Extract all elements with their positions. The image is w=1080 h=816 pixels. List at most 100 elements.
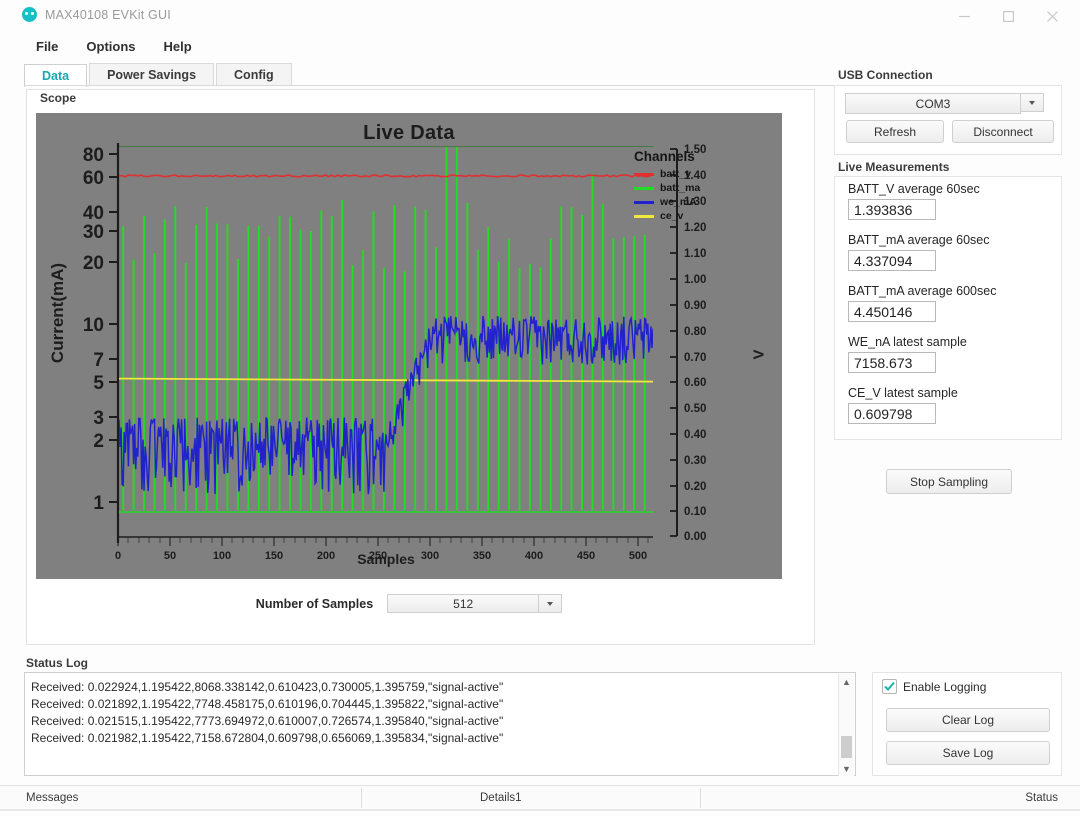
status-bar: Messages Details1 Status <box>0 785 1080 810</box>
measurement-value: 0.609798 <box>848 403 936 424</box>
title-bar-left: MAX40108 EVKit GUI <box>22 7 171 22</box>
svg-text:0.60: 0.60 <box>684 377 706 389</box>
com-port-value: COM3 <box>845 93 1021 114</box>
svg-text:2: 2 <box>93 431 104 452</box>
log-line: Received: 0.021892,1.195422,7748.458175,… <box>31 696 836 713</box>
svg-text:3: 3 <box>93 408 104 429</box>
statusbar-messages: Messages <box>26 786 78 810</box>
chart-y2-axis-label: V <box>751 349 768 359</box>
scroll-up-icon[interactable]: ▲ <box>839 674 854 689</box>
measurement-ce-v-latest: CE_V latest sample 0.609798 <box>848 386 958 424</box>
tab-config[interactable]: Config <box>216 63 292 86</box>
live-data-chart[interactable]: Live Data 80 <box>36 113 782 579</box>
svg-text:20: 20 <box>83 253 104 274</box>
legend-label-we-ma: we_mA <box>660 196 697 208</box>
window-title: MAX40108 EVKit GUI <box>45 8 171 22</box>
svg-text:1.00: 1.00 <box>684 274 706 286</box>
number-of-samples-label: Number of Samples <box>256 597 373 611</box>
clear-log-button[interactable]: Clear Log <box>886 708 1050 732</box>
svg-text:0.70: 0.70 <box>684 352 706 364</box>
svg-text:30: 30 <box>83 222 104 243</box>
svg-text:0.40: 0.40 <box>684 429 706 441</box>
minimize-icon[interactable] <box>942 0 986 32</box>
svg-text:0.00: 0.00 <box>684 531 706 543</box>
legend-item-we-ma: we_mA <box>634 195 700 209</box>
measurement-value: 1.393836 <box>848 199 936 220</box>
measurement-label: BATT_mA average 60sec <box>848 233 990 247</box>
measurement-batt-ma-60sec: BATT_mA average 60sec 4.337094 <box>848 233 990 271</box>
save-log-button[interactable]: Save Log <box>886 741 1050 765</box>
svg-text:7: 7 <box>93 350 104 371</box>
chevron-down-icon[interactable] <box>1021 93 1044 112</box>
svg-text:40: 40 <box>83 203 104 224</box>
live-measurements-label: Live Measurements <box>838 160 949 174</box>
close-icon[interactable] <box>1030 0 1074 32</box>
svg-text:80: 80 <box>83 145 104 166</box>
statusbar-status: Status <box>1025 786 1058 810</box>
number-of-samples-dropdown[interactable]: 512 <box>387 594 562 613</box>
svg-text:1: 1 <box>93 493 104 514</box>
menu-item-options[interactable]: Options <box>74 36 147 57</box>
window-controls <box>942 0 1074 32</box>
chart-legend: Channels batt_v batt_ma we_mA ce_v <box>634 149 700 223</box>
svg-text:0.80: 0.80 <box>684 326 706 338</box>
log-line: Received: 0.021515,1.195422,7773.694972,… <box>31 713 836 730</box>
legend-item-ce-v: ce_v <box>634 209 700 223</box>
com-port-dropdown[interactable]: COM3 <box>845 93 1044 112</box>
refresh-button[interactable]: Refresh <box>846 120 944 143</box>
number-of-samples-row: Number of Samples 512 <box>36 594 782 613</box>
app-logo-icon <box>22 7 37 22</box>
status-log-label: Status Log <box>26 656 88 670</box>
svg-text:0.30: 0.30 <box>684 455 706 467</box>
measurement-value: 4.337094 <box>848 250 936 271</box>
enable-logging-checkbox[interactable] <box>882 679 897 694</box>
measurement-label: BATT_mA average 600sec <box>848 284 996 298</box>
measurement-label: CE_V latest sample <box>848 386 958 400</box>
chevron-down-icon[interactable] <box>539 594 562 613</box>
maximize-icon[interactable] <box>986 0 1030 32</box>
measurement-label: WE_nA latest sample <box>848 335 967 349</box>
legend-swatch-ce-v <box>634 215 654 218</box>
legend-item-batt-v: batt_v <box>634 167 700 181</box>
measurement-label: BATT_V average 60sec <box>848 182 980 196</box>
app-window: MAX40108 EVKit GUI File Options Help Dat… <box>0 0 1080 816</box>
menu-item-help[interactable]: Help <box>152 36 204 57</box>
statusbar-divider <box>700 788 701 808</box>
svg-text:10: 10 <box>83 315 104 336</box>
enable-logging-label: Enable Logging <box>903 680 986 694</box>
legend-swatch-batt-v <box>634 173 654 176</box>
scroll-down-icon[interactable]: ▼ <box>839 761 854 776</box>
legend-label-batt-ma: batt_ma <box>660 182 700 194</box>
svg-text:5: 5 <box>93 373 104 394</box>
disconnect-button[interactable]: Disconnect <box>952 120 1054 143</box>
svg-text:0.50: 0.50 <box>684 403 706 415</box>
scrollbar-thumb[interactable] <box>841 736 852 758</box>
usb-connection-label: USB Connection <box>838 68 933 82</box>
measurement-batt-ma-600sec: BATT_mA average 600sec 4.450146 <box>848 284 996 322</box>
tab-power-savings[interactable]: Power Savings <box>89 63 214 86</box>
statusbar-divider <box>361 788 362 808</box>
menu-bar: File Options Help <box>0 34 1080 58</box>
svg-text:0.10: 0.10 <box>684 506 706 518</box>
measurement-batt-v-60sec: BATT_V average 60sec 1.393836 <box>848 182 980 220</box>
chart-x-axis-label: Samples <box>36 551 736 567</box>
svg-text:1.20: 1.20 <box>684 222 706 234</box>
measurement-value: 7158.673 <box>848 352 936 373</box>
statusbar-details: Details1 <box>480 786 522 810</box>
number-of-samples-value: 512 <box>387 594 539 613</box>
stop-sampling-button[interactable]: Stop Sampling <box>886 469 1012 494</box>
legend-label-ce-v: ce_v <box>660 210 683 222</box>
menu-item-file[interactable]: File <box>24 36 70 57</box>
measurement-we-na-latest: WE_nA latest sample 7158.673 <box>848 335 967 373</box>
legend-label-batt-v: batt_v <box>660 168 691 180</box>
scope-group-label: Scope <box>36 91 80 105</box>
status-log-scrollbar[interactable]: ▲ ▼ <box>838 674 854 776</box>
legend-swatch-batt-ma <box>634 187 654 190</box>
log-line: Received: 0.021982,1.195422,7158.672804,… <box>31 730 836 747</box>
measurement-value: 4.450146 <box>848 301 936 322</box>
statusbar-bottom-edge <box>0 809 1080 811</box>
enable-logging-row[interactable]: Enable Logging <box>882 679 986 694</box>
svg-text:0.90: 0.90 <box>684 300 706 312</box>
log-line: Received: 0.022924,1.195422,8068.338142,… <box>31 679 836 696</box>
tab-data[interactable]: Data <box>24 64 87 87</box>
